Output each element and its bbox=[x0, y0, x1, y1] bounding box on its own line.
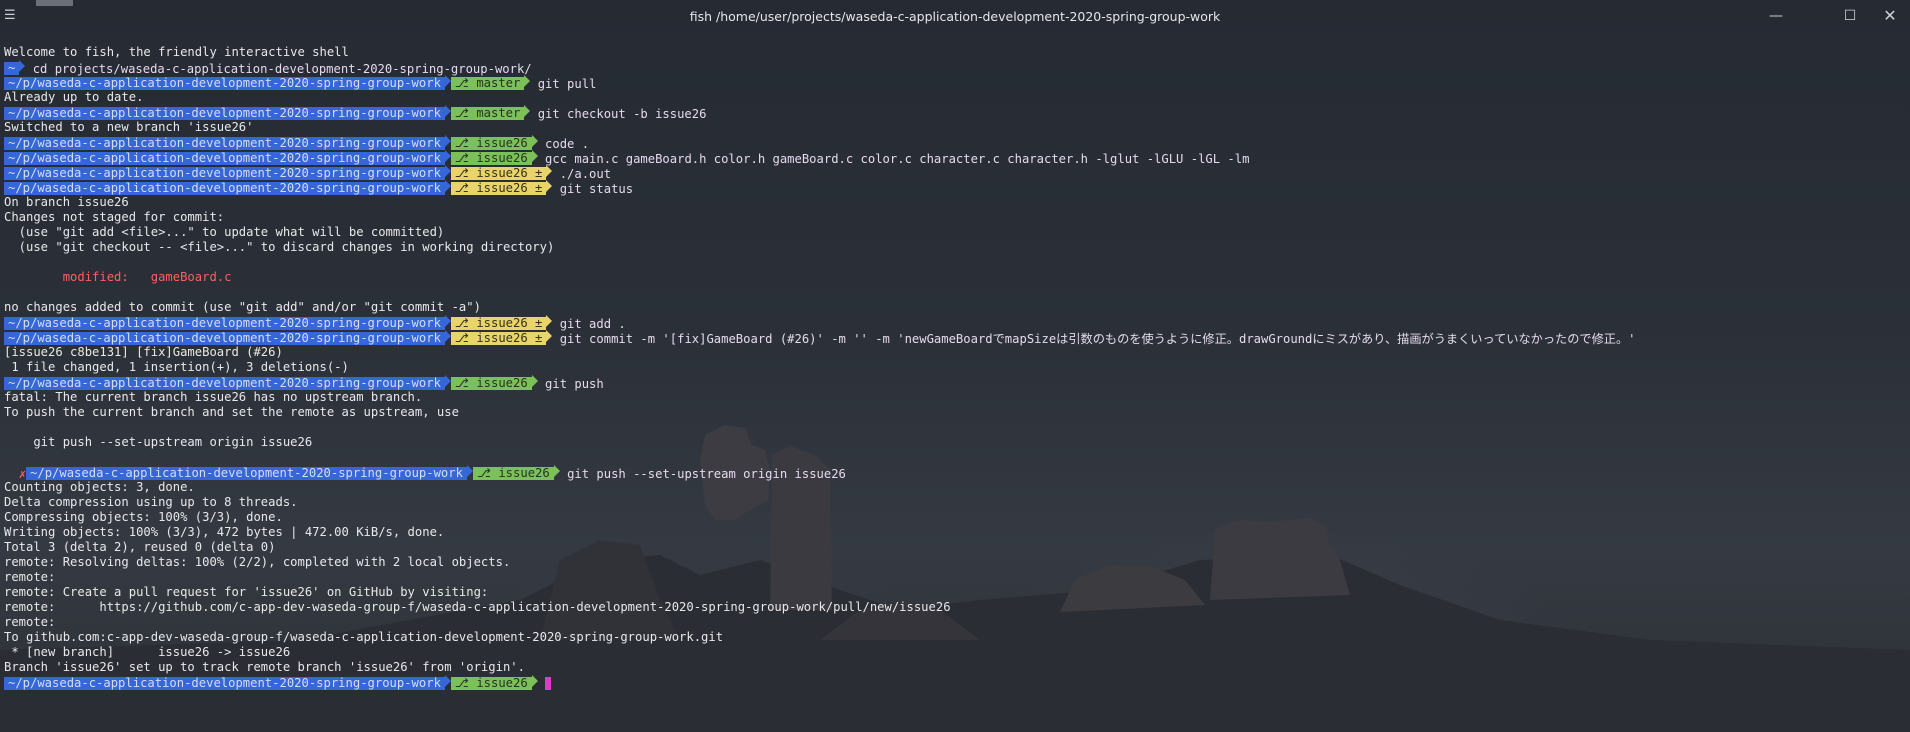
prompt-separator-icon bbox=[546, 180, 553, 192]
command-text: git add . bbox=[559, 317, 626, 331]
prompt-separator-icon bbox=[524, 105, 531, 117]
title-bar: ☰ fish /home/user/projects/waseda-c-appl… bbox=[0, 0, 1910, 34]
output-line: Delta compression using up to 8 threads. bbox=[4, 495, 298, 509]
output-line: Branch 'issue26' set up to track remote … bbox=[4, 660, 525, 674]
prompt-separator-icon bbox=[531, 675, 538, 687]
output-line: Compressing objects: 100% (3/3), done. bbox=[4, 510, 283, 524]
prompt-branch: ⎇ master bbox=[450, 107, 525, 120]
output-line: no changes added to commit (use "git add… bbox=[4, 300, 481, 314]
text-cursor[interactable] bbox=[545, 677, 552, 690]
command-text: git commit -m '[fix]GameBoard (#26)' -m … bbox=[559, 332, 1636, 346]
output-line: remote: Create a pull request for 'issue… bbox=[4, 585, 489, 599]
prompt-path: ~/p/waseda-c-application-development-202… bbox=[4, 167, 445, 180]
prompt-line: ~/p/waseda-c-application-development-202… bbox=[4, 75, 1635, 91]
prompt-line: ~/p/waseda-c-application-development-202… bbox=[4, 135, 1635, 151]
modified-file-line: modified: gameBoard.c bbox=[4, 270, 232, 284]
prompt-path: ~/p/waseda-c-application-development-202… bbox=[4, 137, 445, 150]
prompt-path: ~/p/waseda-c-application-development-202… bbox=[4, 332, 445, 345]
output-line: (use "git add <file>..." to update what … bbox=[4, 225, 445, 239]
output-line: Switched to a new branch 'issue26' bbox=[4, 120, 254, 134]
prompt-path: ~ bbox=[4, 62, 20, 75]
output-line: To push the current branch and set the r… bbox=[4, 405, 459, 419]
prompt-line: ~ cd projects/waseda-c-application-devel… bbox=[4, 60, 1635, 76]
prompt-branch: ⎇ issue26 bbox=[450, 677, 532, 690]
prompt-line: ✗ ~/p/waseda-c-application-development-20… bbox=[4, 465, 1635, 481]
prompt-line: ~/p/waseda-c-application-development-202… bbox=[4, 180, 1635, 196]
prompt-path: ~/p/waseda-c-application-development-202… bbox=[4, 317, 445, 330]
command-text: git status bbox=[559, 182, 634, 196]
output-line: On branch issue26 bbox=[4, 195, 129, 209]
command-text: cd projects/waseda-c-application-develop… bbox=[32, 62, 532, 76]
output-line: Already up to date. bbox=[4, 90, 144, 104]
prompt-path: ~/p/waseda-c-application-development-202… bbox=[4, 77, 445, 90]
tab-indicator[interactable] bbox=[36, 0, 73, 6]
output-line: remote: bbox=[4, 615, 56, 629]
prompt-line: ~/p/waseda-c-application-development-202… bbox=[4, 315, 1635, 331]
prompt-separator-icon bbox=[531, 375, 538, 387]
output-line: To github.com:c-app-dev-waseda-group-f/w… bbox=[4, 630, 724, 644]
prompt-separator-icon bbox=[524, 75, 531, 87]
output-line: [issue26 c8be131] [fix]GameBoard (#26) bbox=[4, 345, 283, 359]
prompt-line: ~/p/waseda-c-application-development-202… bbox=[4, 105, 1635, 121]
prompt-path: ~/p/waseda-c-application-development-202… bbox=[4, 152, 445, 165]
output-line: Changes not staged for commit: bbox=[4, 210, 225, 224]
prompt-path: ~/p/waseda-c-application-development-202… bbox=[4, 677, 445, 690]
prompt-separator-icon bbox=[19, 60, 26, 72]
command-text: git push --set-upstream origin issue26 bbox=[567, 467, 846, 481]
prompt-branch: ⎇ issue26 bbox=[450, 377, 532, 390]
prompt-branch: ⎇ issue26 bbox=[450, 152, 532, 165]
prompt-separator-icon bbox=[531, 150, 538, 162]
output-line: Welcome to fish, the friendly interactiv… bbox=[4, 45, 349, 59]
prompt-line: ~/p/waseda-c-application-development-202… bbox=[4, 165, 1635, 181]
prompt-branch: ⎇ issue26 bbox=[450, 137, 532, 150]
prompt-branch: ⎇ issue26 ± bbox=[450, 182, 547, 195]
prompt-branch: ⎇ issue26 ± bbox=[450, 332, 547, 345]
prompt-path: ~/p/waseda-c-application-development-202… bbox=[4, 377, 445, 390]
output-line: remote: bbox=[4, 570, 56, 584]
prompt-path: ~/p/waseda-c-application-development-202… bbox=[26, 467, 467, 480]
command-text: git push bbox=[545, 377, 604, 391]
prompt-separator-icon bbox=[546, 330, 553, 342]
prompt-branch: ⎇ issue26 bbox=[472, 467, 554, 480]
close-icon[interactable]: ✕ bbox=[1880, 6, 1900, 26]
output-line: * [new branch] issue26 -> issue26 bbox=[4, 645, 291, 659]
output-line: Writing objects: 100% (3/3), 472 bytes |… bbox=[4, 525, 445, 539]
output-line: Total 3 (delta 2), reused 0 (delta 0) bbox=[4, 540, 276, 554]
command-text: git checkout -b issue26 bbox=[537, 107, 707, 121]
command-text: git pull bbox=[537, 77, 597, 91]
prompt-branch: ⎇ issue26 ± bbox=[450, 167, 547, 180]
command-text: ./a.out bbox=[559, 167, 612, 181]
error-status-icon: ✗ bbox=[18, 467, 27, 481]
prompt-path: ~/p/waseda-c-application-development-202… bbox=[4, 107, 445, 120]
output-line: Counting objects: 3, done. bbox=[4, 480, 195, 494]
prompt-line[interactable]: ~/p/waseda-c-application-development-202… bbox=[4, 675, 1635, 690]
output-line: remote: https://github.com/c-app-dev-was… bbox=[4, 600, 951, 614]
window-title: fish /home/user/projects/waseda-c-applic… bbox=[689, 9, 1221, 24]
prompt-branch: ⎇ master bbox=[450, 77, 525, 90]
output-line: (use "git checkout -- <file>..." to disc… bbox=[4, 240, 555, 254]
output-line: 1 file changed, 1 insertion(+), 3 deleti… bbox=[4, 360, 349, 374]
output-line: git push --set-upstream origin issue26 bbox=[4, 435, 313, 449]
prompt-line: ~/p/waseda-c-application-development-202… bbox=[4, 150, 1635, 166]
output-line: fatal: The current branch issue26 has no… bbox=[4, 390, 423, 404]
maximize-icon[interactable]: ☐ bbox=[1840, 6, 1860, 26]
prompt-separator-icon bbox=[546, 315, 553, 327]
prompt-separator-icon bbox=[531, 135, 538, 147]
minimize-icon[interactable]: — bbox=[1766, 6, 1786, 26]
prompt-separator-icon bbox=[553, 465, 560, 477]
terminal-output[interactable]: Welcome to fish, the friendly interactiv… bbox=[4, 45, 1635, 690]
command-text: gcc main.c gameBoard.h color.h gameBoard… bbox=[545, 152, 1250, 166]
prompt-separator-icon bbox=[546, 165, 553, 177]
prompt-line: ~/p/waseda-c-application-development-202… bbox=[4, 330, 1636, 346]
output-line: remote: Resolving deltas: 100% (2/2), co… bbox=[4, 555, 511, 569]
prompt-branch: ⎇ issue26 ± bbox=[450, 317, 547, 330]
prompt-line: ~/p/waseda-c-application-development-202… bbox=[4, 375, 1635, 391]
prompt-path: ~/p/waseda-c-application-development-202… bbox=[4, 182, 445, 195]
command-text: code . bbox=[545, 137, 590, 151]
